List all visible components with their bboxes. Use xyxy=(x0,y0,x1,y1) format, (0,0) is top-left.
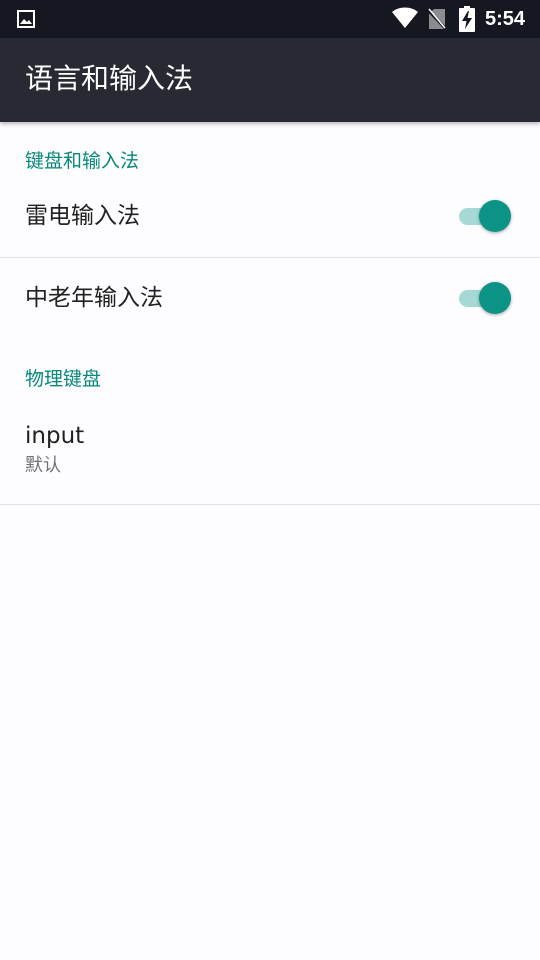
no-sim-icon xyxy=(428,8,446,30)
switch-thumb xyxy=(479,282,511,314)
page-title: 语言和输入法 xyxy=(25,62,194,95)
preference-label: 雷电输入法 xyxy=(25,203,140,229)
preference-label: 中老年输入法 xyxy=(25,285,163,311)
preference-item-elderly-ime[interactable]: 中老年输入法 xyxy=(0,258,540,338)
switch-thumb xyxy=(479,200,511,232)
category-keyboard-input-methods: 键盘和输入法 xyxy=(25,150,140,172)
battery-charging-icon xyxy=(459,6,475,32)
toggle-switch-elderly-ime[interactable] xyxy=(457,281,513,315)
preference-label: input xyxy=(25,423,85,449)
toggle-switch-leidian-ime[interactable] xyxy=(457,199,513,233)
category-physical-keyboard: 物理键盘 xyxy=(25,368,102,390)
preference-item-leidian-ime[interactable]: 雷电输入法 xyxy=(0,177,540,257)
preference-item-input-keyboard[interactable]: input 默认 xyxy=(0,400,540,504)
status-time: 5:54 xyxy=(485,8,526,30)
wifi-icon xyxy=(392,7,418,28)
image-notification-icon xyxy=(17,10,35,28)
status-bar: 5:54 xyxy=(0,0,540,38)
preference-summary: 默认 xyxy=(25,455,61,476)
app-bar: 语言和输入法 xyxy=(0,38,540,122)
divider xyxy=(0,504,540,505)
